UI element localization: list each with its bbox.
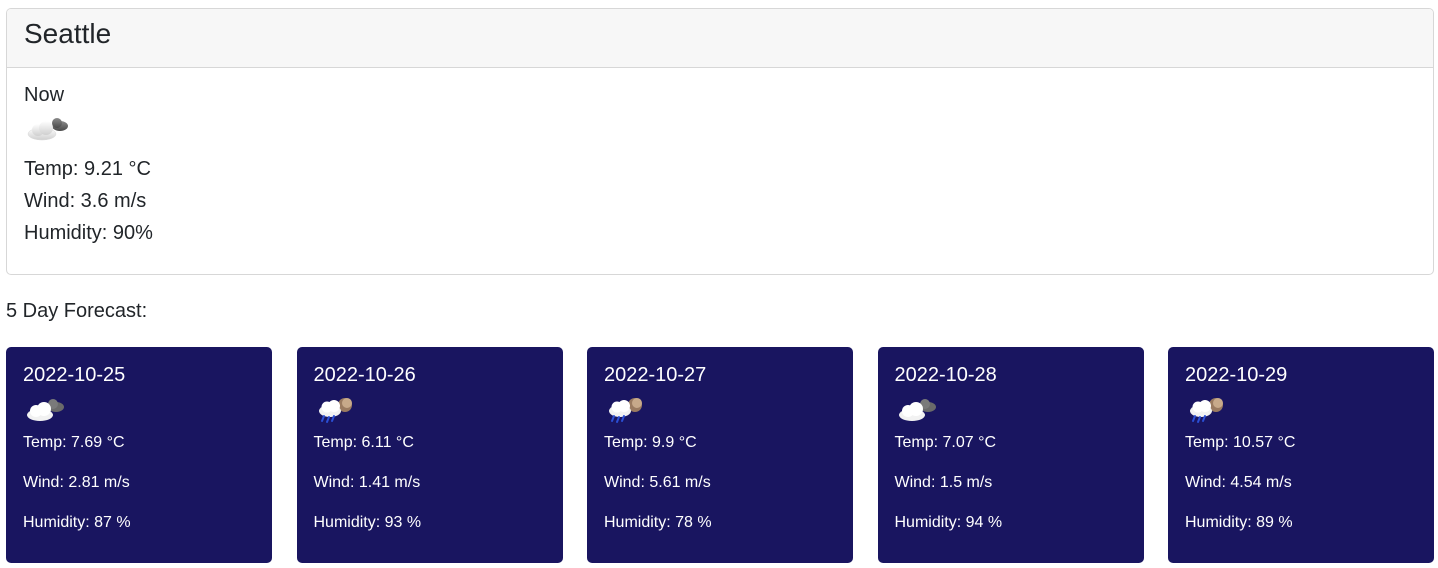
forecast-date: 2022-10-25 bbox=[23, 364, 126, 386]
rain-night-icon bbox=[314, 389, 546, 433]
forecast-wind: Wind: 1.5 m/s bbox=[894, 474, 993, 491]
forecast-wind: Wind: 4.54 m/s bbox=[1185, 474, 1292, 491]
forecast-date: 2022-10-28 bbox=[894, 364, 997, 386]
current-wind: Wind: 3.6 m/s bbox=[24, 190, 147, 212]
forecast-humidity: Humidity: 78 % bbox=[604, 514, 712, 531]
forecast-humidity: Humidity: 94 % bbox=[894, 514, 1003, 531]
forecast-card: 2022-10-29 Temp: 10.57 °C Wind: 4.54 m/s… bbox=[1168, 347, 1434, 563]
forecast-date: 2022-10-29 bbox=[1185, 364, 1288, 386]
forecast-temp: Temp: 10.57 °C bbox=[1185, 434, 1296, 451]
forecast-humidity: Humidity: 93 % bbox=[313, 514, 422, 531]
forecast-wind: Wind: 1.41 m/s bbox=[313, 474, 421, 491]
current-weather-card: Seattle Now Temp: 9.21 °C Wind: 3.6 m/s … bbox=[6, 8, 1434, 275]
forecast-date: 2022-10-27 bbox=[604, 364, 707, 386]
current-weather-header: Seattle bbox=[7, 9, 1433, 68]
forecast-temp: Temp: 6.11 °C bbox=[313, 434, 414, 451]
current-humidity: Humidity: 90% bbox=[24, 222, 153, 244]
forecast-card: 2022-10-26 Temp: 6.11 °C Wind: 1.41 m/s … bbox=[296, 347, 563, 563]
forecast-humidity: Humidity: 89 % bbox=[1185, 514, 1293, 531]
cloudy-icon bbox=[895, 389, 1127, 433]
forecast-temp: Temp: 7.69 °C bbox=[23, 434, 125, 451]
forecast-card: 2022-10-27 Temp: 9.9 °C Wind: 5.61 m/s H… bbox=[587, 347, 853, 563]
forecast-wind: Wind: 2.81 m/s bbox=[23, 474, 130, 491]
forecast-humidity: Humidity: 87 % bbox=[23, 514, 131, 531]
few-clouds-icon bbox=[24, 107, 1416, 153]
forecast-card: 2022-10-25 Temp: 7.69 °C Wind: 2.81 m/s … bbox=[6, 347, 272, 563]
current-temp: Temp: 9.21 °C bbox=[24, 158, 151, 180]
current-weather-body: Now Temp: 9.21 °C Wind: 3.6 m/s Humidity… bbox=[7, 68, 1433, 249]
forecast-title: 5 Day Forecast: bbox=[6, 300, 148, 322]
forecast-wind: Wind: 5.61 m/s bbox=[604, 474, 711, 491]
forecast-card: 2022-10-28 Temp: 7.07 °C Wind: 1.5 m/s H… bbox=[877, 347, 1144, 563]
city-name: Seattle bbox=[24, 18, 112, 49]
forecast-temp: Temp: 7.07 °C bbox=[894, 434, 997, 451]
forecast-list: 2022-10-25 Temp: 7.69 °C Wind: 2.81 m/s … bbox=[6, 347, 1434, 563]
forecast-date: 2022-10-26 bbox=[313, 364, 416, 386]
rain-night-icon bbox=[1185, 389, 1417, 433]
rain-night-icon bbox=[604, 389, 836, 433]
cloudy-icon bbox=[23, 389, 255, 433]
forecast-temp: Temp: 9.9 °C bbox=[604, 434, 697, 451]
now-label: Now bbox=[24, 84, 65, 106]
